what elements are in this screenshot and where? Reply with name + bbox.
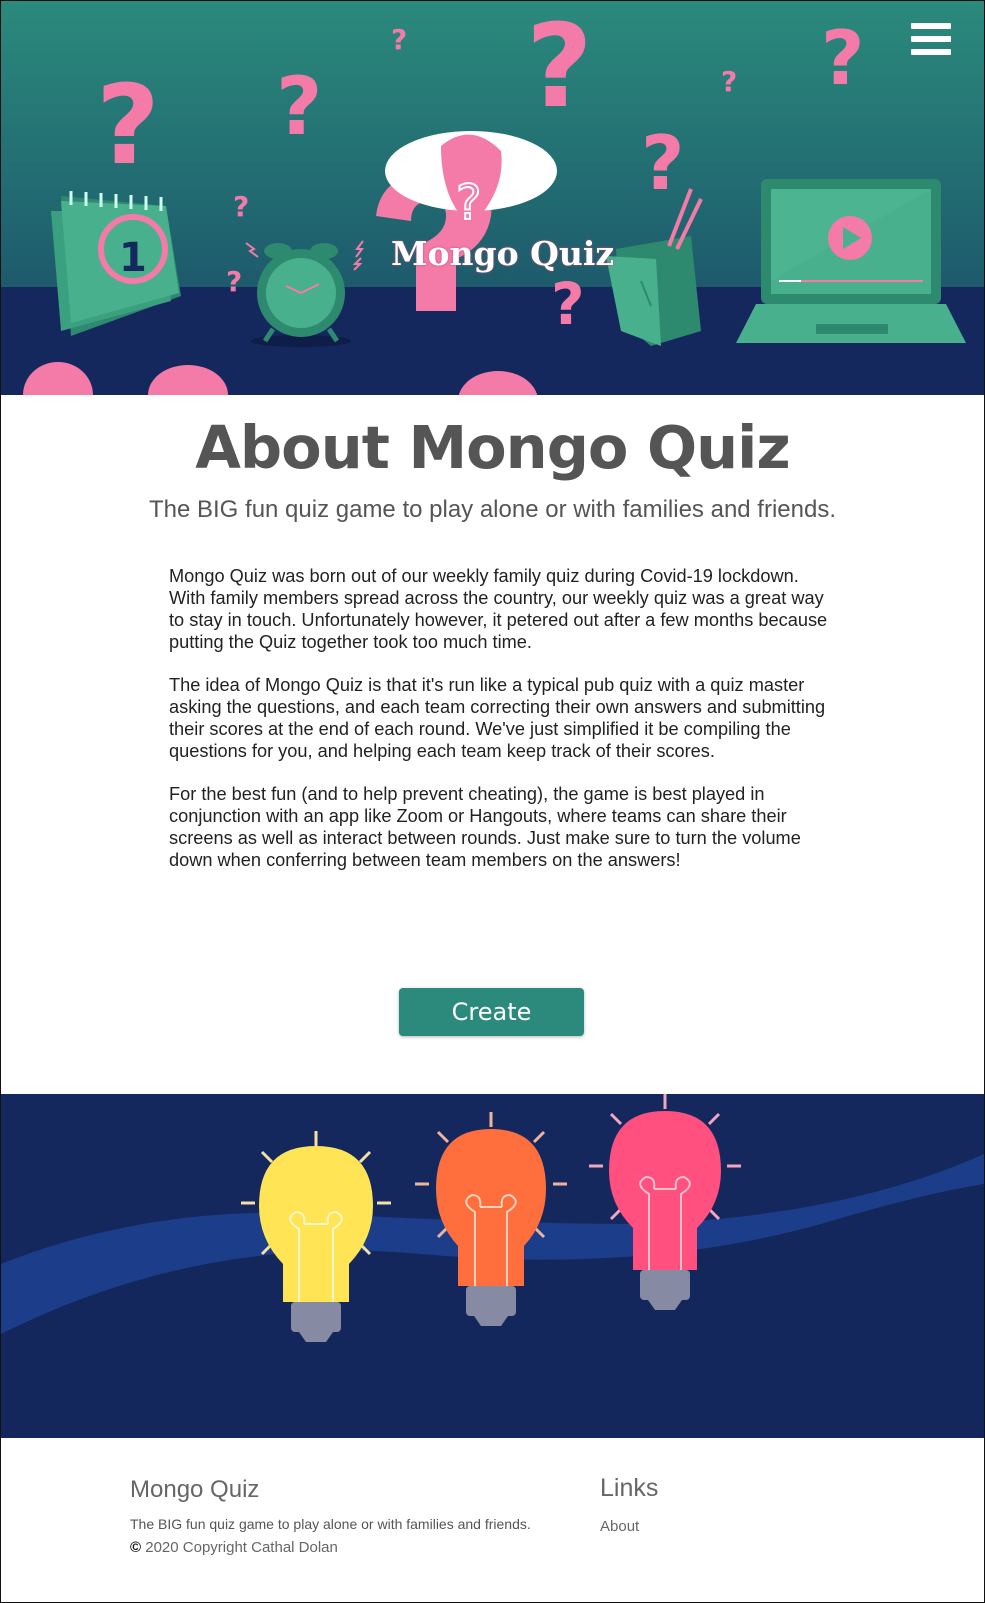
hamburger-menu-icon[interactable]	[911, 23, 951, 57]
svg-text:?: ?	[276, 60, 322, 153]
footer-tagline: The BIG fun quiz game to play alone or w…	[130, 1516, 531, 1532]
svg-text:?: ?	[821, 14, 865, 102]
copyright-text: 2020 Copyright Cathal Dolan	[145, 1539, 338, 1556]
footer-copyright: © 2020 Copyright Cathal Dolan	[130, 1539, 338, 1556]
hero-banner: ? ? ? ? ? ? ? ? ? ? 1 ? Mongo Quiz	[1, 1, 984, 395]
footer-links-heading: Links	[600, 1474, 659, 1502]
about-section: About Mongo Quiz The BIG fun quiz game t…	[1, 395, 984, 1097]
create-button[interactable]: Create	[399, 988, 584, 1036]
svg-text:?: ?	[96, 61, 160, 189]
page-subtitle: The BIG fun quiz game to play alone or w…	[148, 496, 837, 523]
menu-bar	[911, 36, 951, 42]
about-paragraph: For the best fun (and to help prevent ch…	[169, 784, 801, 870]
svg-text:?: ?	[456, 175, 481, 231]
svg-text:?: ?	[526, 1, 593, 134]
logo-text[interactable]: Mongo Quiz	[391, 234, 614, 273]
svg-text:?: ?	[641, 119, 685, 207]
footer-about-link[interactable]: About	[600, 1518, 639, 1535]
svg-text:?: ?	[391, 23, 407, 56]
about-paragraph: Mongo Quiz was born out of our weekly fa…	[169, 566, 828, 652]
about-paragraph: The idea of Mongo Quiz is that it's run …	[169, 675, 826, 761]
footer: Mongo Quiz The BIG fun quiz game to play…	[1, 1438, 984, 1602]
svg-text:?: ?	[233, 190, 249, 223]
footer-title: Mongo Quiz	[130, 1476, 260, 1503]
page-title: About Mongo Quiz	[195, 413, 790, 482]
calendar-day-label: 1	[119, 235, 147, 281]
svg-text:?: ?	[226, 265, 242, 298]
menu-bar	[911, 23, 951, 29]
menu-bar	[911, 49, 951, 55]
lightbulbs-illustration	[1, 1094, 984, 1438]
svg-text:?: ?	[721, 65, 737, 98]
copyright-icon: ©	[130, 1539, 142, 1556]
about-body: Mongo Quiz was born out of our weekly fa…	[169, 565, 829, 892]
svg-text:?: ?	[551, 270, 585, 338]
